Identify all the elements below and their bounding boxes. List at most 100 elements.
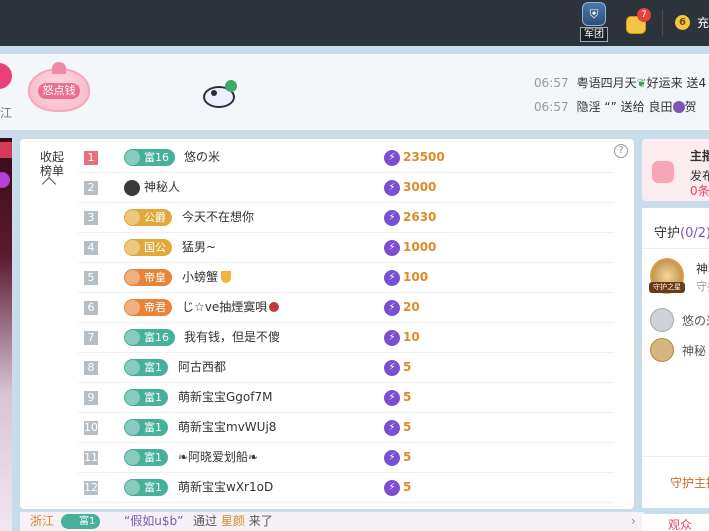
rich-level-badge: 富1	[124, 389, 168, 406]
tab-viewers[interactable]: 观众	[642, 514, 709, 531]
heart-crown	[52, 62, 66, 74]
guardian-header[interactable]: 守护(0/2)	[654, 222, 709, 241]
rank-number: 4	[84, 241, 98, 255]
rank-username[interactable]: 我有钱，但是不傻	[184, 329, 280, 346]
rank-username[interactable]: 阿古西都	[178, 359, 226, 376]
notice-title: 主播	[690, 149, 709, 163]
enter-message: 浙江 富1 “假如u$b” 通过 星颜 来了 ›	[20, 512, 644, 531]
room-header: 江 怒点钱 06:57 粤语四月天❦好运来 送4 06:57 隐淫 “” 送给 良田…	[0, 54, 709, 130]
username-text: 萌新宝宝wXr1oD	[178, 480, 274, 494]
legion-button[interactable]: ⛨ 军团	[575, 2, 613, 42]
heart-label: 怒点钱	[38, 83, 80, 99]
gift-feed-item: 06:57 粤语四月天❦好运来 送4	[534, 74, 709, 91]
rank-row[interactable]: 9 富1 萌新宝宝Ggof7M ⚡ 5	[78, 383, 614, 413]
recharge-link[interactable]: 充	[697, 14, 709, 31]
rank-row[interactable]: 10 富1 萌新宝宝mvWUj8 ⚡ 5	[78, 413, 614, 443]
noble-badge: 帝君	[124, 299, 172, 316]
help-icon[interactable]: ?	[614, 144, 628, 158]
rank-row[interactable]: 5 帝皇 小螃蟹 ⚡ 100	[78, 263, 614, 293]
username-text: 我有钱，但是不傻	[184, 330, 281, 344]
via-text: 通过	[193, 514, 218, 528]
anchor-avatar[interactable]	[0, 63, 12, 89]
anchor-notice-card[interactable]: 主播 发布 0条	[642, 139, 709, 201]
username-text: 萌新宝宝Ggof7M	[178, 390, 273, 404]
rank-username[interactable]: ❧阿晓爱划船❧	[178, 449, 258, 466]
rank-username[interactable]: 悠の米	[184, 149, 220, 166]
rank-username[interactable]: 萌新宝宝Ggof7M	[178, 389, 272, 406]
lightning-icon: ⚡	[384, 150, 400, 166]
notice-count: 0条	[690, 184, 709, 198]
guard-anchor-button[interactable]: 守护主播	[670, 474, 709, 491]
username-text: 阿古西都	[178, 360, 227, 374]
lightning-icon: ⚡	[384, 450, 400, 466]
anchor-location: 江	[0, 106, 13, 120]
feed-receiver: 送给 良田	[620, 100, 673, 114]
rank-number: 8	[84, 361, 98, 375]
guard-user-name[interactable]: 悠の米	[682, 312, 709, 329]
rank-row[interactable]: 6 帝君 じ☆ve抽煙寞唄 ⚡ 20	[78, 293, 614, 323]
rank-row[interactable]: 12 富1 萌新宝宝wXr1oD ⚡ 5	[78, 473, 614, 503]
chevron-up-icon[interactable]	[41, 176, 57, 192]
heart-icon	[269, 302, 280, 312]
rich-level-badge: 富1	[124, 419, 168, 436]
helmet-icon: ⛨	[582, 2, 606, 26]
contribution-rank-panel: 收起榜单 ? 1 富16 悠の米 ⚡ 23500 2 神秘人 ⚡ 3000 3 公爵 今天不在想你 ⚡ 2…	[20, 139, 634, 509]
video-stream-edge[interactable]	[0, 138, 12, 531]
rank-username[interactable]: 萌新宝宝wXr1oD	[178, 479, 273, 496]
lightning-icon: ⚡	[384, 360, 400, 376]
source-name: 星颜	[220, 514, 245, 528]
username-text: じ☆ve抽煙寞唄	[182, 300, 268, 314]
panda-mascot-icon[interactable]	[197, 76, 243, 112]
rank-row[interactable]: 11 富1 ❧阿晓爱划船❧ ⚡ 5	[78, 443, 614, 473]
rank-number: 5	[84, 271, 98, 285]
username-text: 悠の米	[184, 150, 221, 164]
contribution-value: 10	[403, 330, 420, 344]
username-text: 神秘人	[144, 180, 181, 194]
lightning-icon: ⚡	[384, 210, 400, 226]
rank-username[interactable]: 神秘人	[144, 179, 180, 196]
collapse-rank-button[interactable]: 收起榜单	[38, 150, 66, 178]
rank-row[interactable]: 3 公爵 今天不在想你 ⚡ 2630	[78, 203, 614, 233]
chevron-right-icon[interactable]: ›	[631, 512, 636, 531]
rank-username[interactable]: 萌新宝宝mvWUj8	[178, 419, 276, 436]
guardian-count: (0/2)	[680, 226, 709, 241]
rank-row[interactable]: 7 富16 我有钱，但是不傻 ⚡ 10	[78, 323, 614, 353]
feed-time: 06:57	[534, 100, 569, 114]
rank-row[interactable]: 1 富16 悠の米 ⚡ 23500	[78, 143, 614, 173]
guard-user-avatar[interactable]	[650, 308, 674, 332]
top-nav-bar: ⛨ 军团 7 6 充	[0, 0, 709, 46]
rank-username[interactable]: 今天不在想你	[182, 209, 254, 226]
feed-action: 贺	[684, 100, 697, 114]
gift-bag-button[interactable]: 7	[626, 8, 651, 34]
feed-sender: 隐淫 “”	[576, 100, 617, 114]
leaf-icon: ❦	[636, 76, 647, 90]
lightning-icon: ⚡	[384, 180, 400, 196]
username-text: 小螃蟹	[182, 270, 219, 284]
guardian-title: 守护	[654, 226, 681, 241]
rank-row[interactable]: 8 富1 阿古西都 ⚡ 5	[78, 353, 614, 383]
legion-label: 军团	[580, 27, 608, 42]
rank-number: 1	[84, 151, 98, 165]
enter-source: 通过 星颜 来了	[193, 512, 273, 531]
guardian-star-icon[interactable]: 守护之星	[649, 258, 685, 294]
gift-feed-item: 06:57 隐淫 “” 送给 良田贺	[534, 98, 709, 115]
contribution-value: 20	[403, 300, 420, 314]
lightning-icon: ⚡	[384, 300, 400, 316]
guard-user-name[interactable]: 神秘	[682, 342, 706, 359]
rank-row[interactable]: 2 神秘人 ⚡ 3000	[78, 173, 614, 203]
lightning-icon: ⚡	[384, 330, 400, 346]
heart-badge[interactable]: 怒点钱	[28, 62, 90, 112]
rank-username[interactable]: じ☆ve抽煙寞唄	[182, 299, 280, 316]
contribution-value: 23500	[403, 150, 445, 164]
rank-username[interactable]: 猛男~	[182, 239, 216, 256]
contribution-value: 3000	[403, 180, 437, 194]
rank-username[interactable]: 小螃蟹	[182, 269, 232, 286]
rank-row[interactable]: 4 国公 猛男~ ⚡ 1000	[78, 233, 614, 263]
rich-badge: 富1	[61, 514, 101, 529]
username-text: 今天不在想你	[182, 210, 255, 224]
guard-user-avatar[interactable]	[650, 338, 674, 362]
rich-level-badge: 富1	[124, 449, 168, 466]
lightning-icon: ⚡	[384, 270, 400, 286]
chat-username[interactable]: “假如u$b”	[124, 512, 183, 531]
feed-time: 06:57	[534, 76, 569, 90]
